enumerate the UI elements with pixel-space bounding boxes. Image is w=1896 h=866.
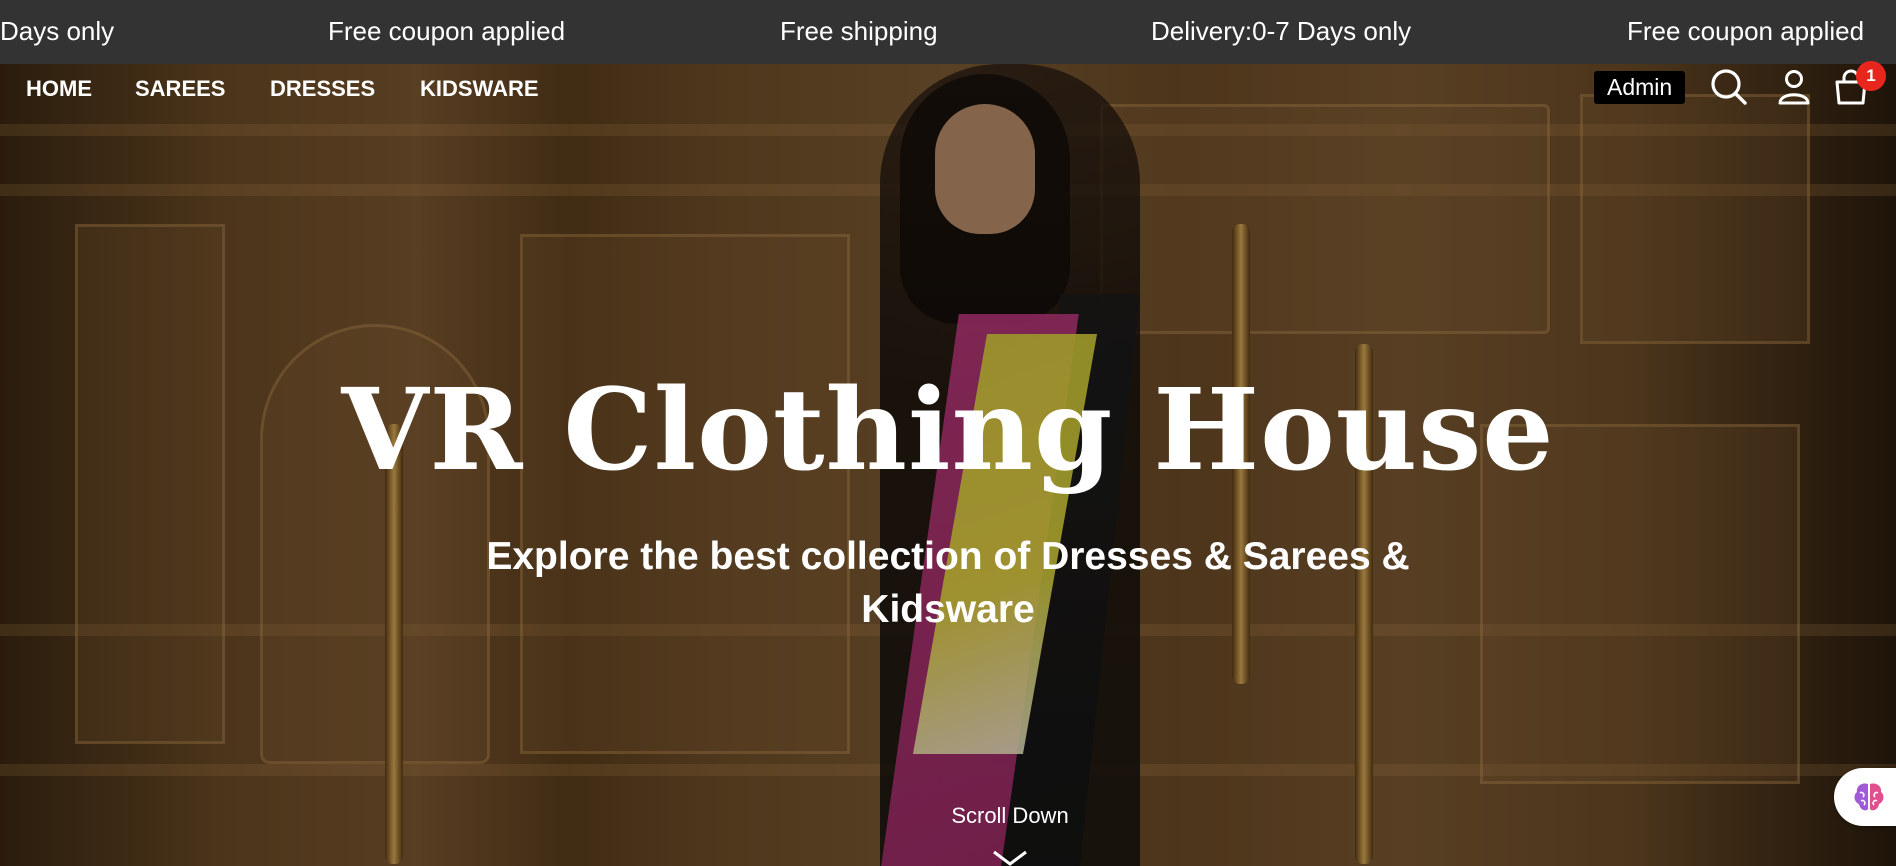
nav-item-dresses[interactable]: DRESSES — [270, 76, 375, 102]
announcement-message: Free coupon applied — [328, 16, 566, 46]
nav-item-home[interactable]: HOME — [26, 76, 92, 102]
announcement-message: Delivery:0-7 Days only — [1151, 16, 1412, 46]
brain-icon — [1854, 783, 1884, 811]
announcement-message: Days only — [0, 16, 115, 46]
chevron-down-icon[interactable] — [992, 850, 1028, 866]
admin-button[interactable]: Admin — [1594, 71, 1686, 104]
announcement-bar: Days only Free coupon applied Free shipp… — [0, 0, 1896, 64]
cart-count-badge: 1 — [1856, 61, 1886, 91]
assistant-widget-button[interactable] — [1834, 768, 1896, 826]
announcement-message: Free shipping — [780, 16, 938, 46]
nav-item-sarees[interactable]: SAREES — [135, 76, 225, 102]
announcement-message: Free coupon applied — [1627, 16, 1865, 46]
scroll-down-label[interactable]: Scroll Down — [0, 803, 1896, 829]
hero-subtitle: Explore the best collection of Dresses &… — [486, 535, 1410, 631]
hero-title: VR Clothing House — [341, 365, 1555, 496]
search-icon[interactable] — [1710, 68, 1748, 106]
nav-item-kidsware[interactable]: KIDSWARE — [420, 76, 539, 102]
user-icon[interactable] — [1775, 68, 1813, 106]
